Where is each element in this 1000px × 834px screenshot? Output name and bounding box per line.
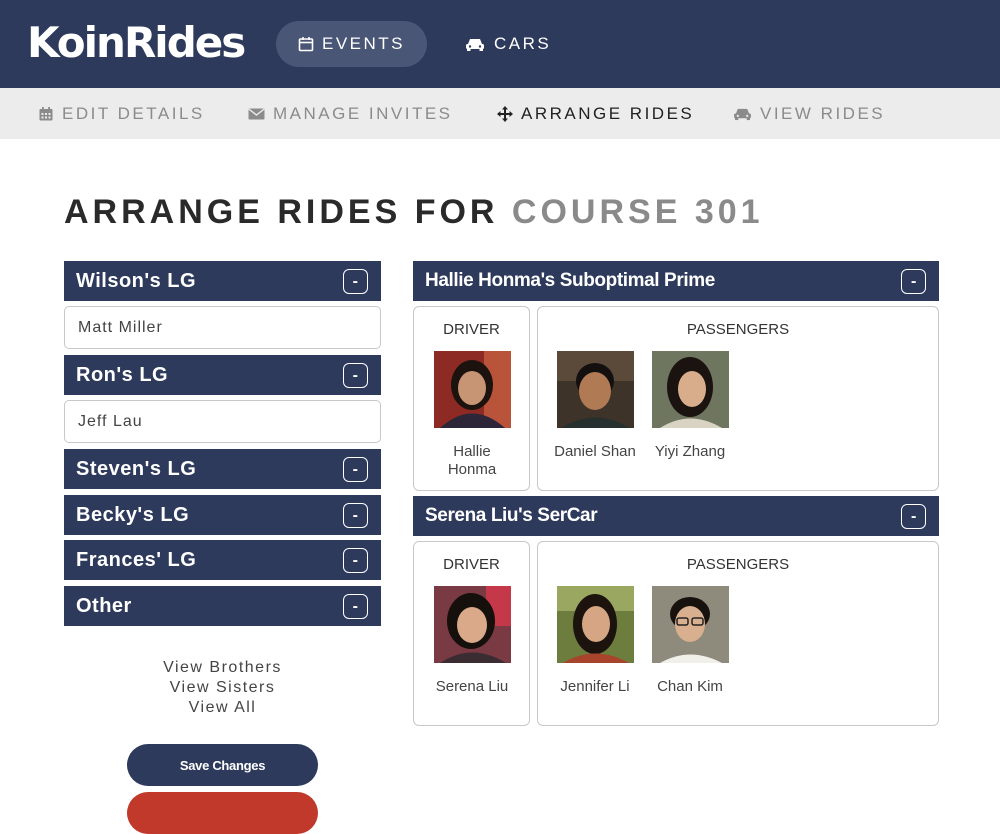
driver-slot[interactable]: DRIVER Hallie Honma	[413, 306, 530, 491]
group-title: Becky's LG	[76, 503, 190, 526]
group-title: Other	[76, 594, 132, 617]
driver-card[interactable]: Hallie Honma	[427, 351, 517, 479]
car-title: Hallie Honma's Suboptimal Prime	[425, 270, 715, 291]
sub-nav-bar: EDIT DETAILS MANAGE INVITES ARRANGE RIDE…	[0, 88, 1000, 139]
group-title: Steven's LG	[76, 457, 197, 480]
move-arrows-icon	[497, 105, 513, 122]
collapse-button[interactable]: -	[343, 269, 368, 294]
car-icon	[466, 39, 484, 51]
app-logo[interactable]: KoinRides	[27, 18, 246, 68]
car-title: Serena Liu's SerCar	[425, 505, 598, 526]
group-title: Frances' LG	[76, 548, 197, 571]
group-header-wilsons-lg[interactable]: Wilson's LG -	[64, 261, 381, 301]
page-title-event: COURSE 301	[511, 193, 764, 231]
driver-avatar	[433, 351, 511, 428]
passengers-slot[interactable]: PASSENGERS Jennifer Li Chan Kim	[537, 541, 939, 726]
car-header[interactable]: Serena Liu's SerCar -	[413, 496, 939, 536]
nav-events[interactable]: EVENTS	[276, 21, 427, 67]
passenger-card[interactable]: Yiyi Zhang	[645, 351, 735, 461]
car-header[interactable]: Hallie Honma's Suboptimal Prime -	[413, 261, 939, 301]
tab-edit-details[interactable]: EDIT DETAILS	[38, 88, 205, 139]
save-changes-button[interactable]: Save Changes	[127, 744, 318, 786]
view-all-link[interactable]: View All	[64, 698, 381, 718]
danger-button[interactable]	[127, 792, 318, 834]
member-name: Matt Miller	[78, 318, 163, 336]
collapse-button[interactable]: -	[901, 504, 926, 529]
group-header-rons-lg[interactable]: Ron's LG -	[64, 355, 381, 395]
member-name: Jeff Lau	[78, 412, 143, 430]
group-header-beckys-lg[interactable]: Becky's LG -	[64, 495, 381, 535]
driver-name: Hallie Honma	[447, 443, 497, 478]
page-title: ARRANGE RIDES FOR COURSE 301	[64, 193, 764, 232]
view-filter-links: View Brothers View Sisters View All	[64, 658, 381, 718]
driver-card[interactable]: Serena Liu	[427, 586, 517, 696]
passenger-name: Chan Kim	[657, 678, 723, 695]
calendar-icon	[298, 37, 314, 52]
top-nav-bar: KoinRides EVENTS CARS	[0, 0, 1000, 88]
passenger-avatar	[556, 586, 634, 663]
group-header-frances-lg[interactable]: Frances' LG -	[64, 540, 381, 580]
view-brothers-link[interactable]: View Brothers	[64, 658, 381, 678]
tab-arrange-rides[interactable]: ARRANGE RIDES	[497, 88, 694, 139]
passenger-avatar	[556, 351, 634, 428]
group-title: Wilson's LG	[76, 269, 197, 292]
tab-view-rides[interactable]: VIEW RIDES	[733, 88, 885, 139]
collapse-button[interactable]: -	[343, 457, 368, 482]
passenger-avatar	[651, 351, 729, 428]
view-sisters-link[interactable]: View Sisters	[64, 678, 381, 698]
tab-edit-details-label: EDIT DETAILS	[62, 103, 205, 123]
tab-manage-invites[interactable]: MANAGE INVITES	[248, 88, 453, 139]
passengers-slot[interactable]: PASSENGERS Daniel Shan Yiyi Zhang	[537, 306, 939, 491]
group-header-stevens-lg[interactable]: Steven's LG -	[64, 449, 381, 489]
passenger-name: Jennifer Li	[560, 678, 630, 695]
passengers-label: PASSENGERS	[686, 321, 790, 338]
passengers-label: PASSENGERS	[686, 556, 790, 573]
passenger-avatar	[651, 586, 729, 663]
collapse-button[interactable]: -	[901, 269, 926, 294]
passenger-card[interactable]: Jennifer Li	[550, 586, 640, 696]
collapse-button[interactable]: -	[343, 594, 368, 619]
passenger-name: Daniel Shan	[554, 443, 636, 460]
page-title-prefix: ARRANGE RIDES FOR	[64, 193, 499, 231]
driver-avatar	[433, 586, 511, 663]
driver-label: DRIVER	[443, 556, 500, 573]
member-card[interactable]: Matt Miller	[64, 306, 381, 349]
nav-cars[interactable]: CARS	[465, 21, 551, 67]
envelope-icon	[248, 107, 265, 119]
driver-name: Serena Liu	[435, 678, 509, 695]
collapse-button[interactable]: -	[343, 503, 368, 528]
calendar-icon	[39, 106, 53, 120]
collapse-button[interactable]: -	[343, 548, 368, 573]
passenger-card[interactable]: Chan Kim	[645, 586, 735, 696]
passenger-card[interactable]: Daniel Shan	[550, 351, 640, 461]
group-title: Ron's LG	[76, 363, 169, 386]
tab-manage-invites-label: MANAGE INVITES	[273, 103, 453, 123]
driver-label: DRIVER	[443, 321, 500, 338]
nav-cars-label: CARS	[494, 34, 552, 53]
passenger-name: Yiyi Zhang	[654, 443, 726, 460]
tab-view-rides-label: VIEW RIDES	[760, 103, 886, 123]
nav-events-label: EVENTS	[321, 34, 406, 53]
collapse-button[interactable]: -	[343, 363, 368, 388]
car-icon	[734, 108, 751, 121]
member-card[interactable]: Jeff Lau	[64, 400, 381, 443]
group-header-other[interactable]: Other -	[64, 586, 381, 626]
driver-slot[interactable]: DRIVER Serena Liu	[413, 541, 530, 726]
tab-arrange-rides-label: ARRANGE RIDES	[521, 103, 695, 123]
